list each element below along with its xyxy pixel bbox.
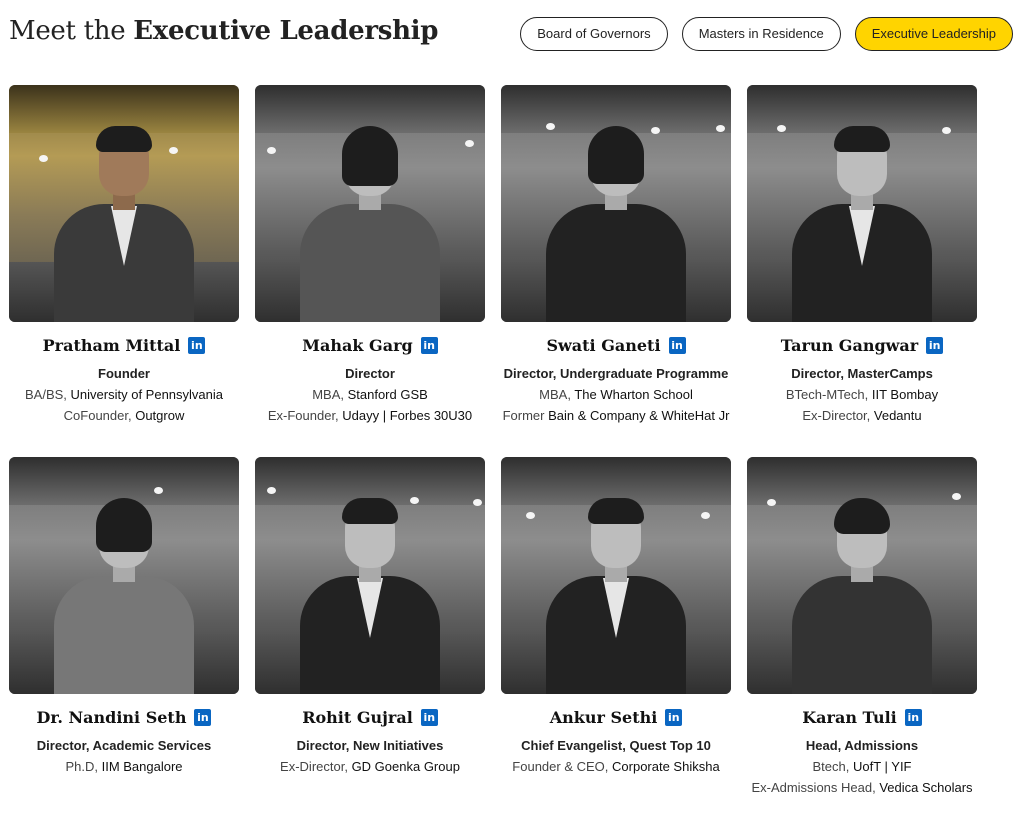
leader-role: Director, New Initiatives (296, 738, 444, 753)
leader-role: Director (345, 366, 395, 381)
leader-credential-1: Founder & CEO, Corporate Shiksha (501, 760, 731, 774)
leader-credential-1: MBA, Stanford GSB (255, 388, 485, 402)
leader-credential-2: CoFounder, Outgrow (9, 409, 239, 423)
leader-name: Rohit Gujral (302, 708, 413, 727)
leaders-row-2: Dr. Nandini Seth in Director, Academic Se… (9, 457, 1013, 829)
leader-photo (501, 457, 731, 694)
linkedin-icon[interactable]: in (194, 709, 212, 726)
credential-org: Bain & Company & WhiteHat Jr (548, 408, 730, 423)
leaders-grid: Pratham Mittal in Founder BA/BS, Universi… (9, 85, 1013, 829)
leader-photo (9, 457, 239, 694)
leader-photo (255, 457, 485, 694)
leader-role: Director, Academic Services (36, 738, 212, 753)
leader-photo (9, 85, 239, 322)
leader-card-pratham-mittal: Pratham Mittal in Founder BA/BS, Universi… (9, 85, 239, 423)
credential-prefix: MBA, (312, 387, 348, 402)
leader-name: Ankur Sethi (549, 708, 658, 727)
leader-credential-1: MBA, The Wharton School (501, 388, 731, 402)
linkedin-icon[interactable]: in (420, 337, 438, 354)
leader-photo (747, 85, 977, 322)
leader-name: Pratham Mittal (42, 336, 181, 355)
leader-name: Tarun Gangwar (780, 336, 919, 355)
linkedin-icon[interactable]: in (188, 337, 206, 354)
linkedin-icon[interactable]: in (904, 709, 922, 726)
tab-masters-in-residence[interactable]: Masters in Residence (681, 17, 841, 51)
leader-card-karan-tuli: Karan Tuli in Head, Admissions Btech, Uof… (747, 457, 977, 795)
leader-card-rohit-gujral: Rohit Gujral in Director, New Initiatives… (255, 457, 485, 774)
leadership-tabs: Board of Governors Masters in Residence … (520, 17, 1013, 51)
credential-prefix: Ex-Admissions Head, (751, 780, 880, 795)
credential-org: Stanford GSB (347, 387, 428, 402)
credential-prefix: BTech-MTech, (785, 387, 872, 402)
leader-card-mahak-garg: Mahak Garg in Director MBA, Stanford GSB … (255, 85, 485, 423)
credential-org: UofT | YIF (852, 759, 912, 774)
credential-org: Vedantu (873, 408, 922, 423)
credential-org: Vedica Scholars (879, 780, 973, 795)
page-title: Meet the Executive Leadership (9, 16, 438, 46)
leader-name: Mahak Garg (302, 336, 413, 355)
leader-photo (255, 85, 485, 322)
leader-credential-1: Ph.D, IIM Bangalore (9, 760, 239, 774)
leader-credential-1: BA/BS, University of Pennsylvania (9, 388, 239, 402)
credential-prefix: BA/BS, (25, 387, 71, 402)
page-header: Meet the Executive Leadership Board of G… (9, 14, 1013, 54)
leader-card-nandini-seth: Dr. Nandini Seth in Director, Academic Se… (9, 457, 239, 774)
leader-credential-2: Ex-Founder, Udayy | Forbes 30U30 (255, 409, 485, 423)
leader-name: Karan Tuli (802, 708, 897, 727)
credential-prefix: Ex-Director, (280, 759, 352, 774)
leader-role: Chief Evangelist, Quest Top 10 (521, 738, 711, 753)
credential-org: GD Goenka Group (351, 759, 460, 774)
tab-board-of-governors[interactable]: Board of Governors (520, 17, 668, 51)
credential-prefix: Ex-Founder, (267, 408, 343, 423)
leader-credential-2: Former Bain & Company & WhiteHat Jr (501, 409, 731, 423)
leader-role: Director, Undergraduate Programme (503, 366, 729, 381)
linkedin-icon[interactable]: in (926, 337, 944, 354)
linkedin-icon[interactable]: in (420, 709, 438, 726)
leader-credential-1: BTech-MTech, IIT Bombay (747, 388, 977, 402)
leader-credential-2: Ex-Admissions Head, Vedica Scholars (747, 781, 977, 795)
page-title-prefix: Meet the (9, 16, 134, 46)
leader-credential-1: Ex-Director, GD Goenka Group (255, 760, 485, 774)
leader-photo (501, 85, 731, 322)
credential-org: Corporate Shiksha (612, 759, 720, 774)
leaders-row-1: Pratham Mittal in Founder BA/BS, Universi… (9, 85, 1013, 457)
leader-card-tarun-gangwar: Tarun Gangwar in Director, MasterCamps BT… (747, 85, 977, 423)
tab-executive-leadership[interactable]: Executive Leadership (854, 17, 1013, 51)
credential-prefix: CoFounder, (63, 408, 136, 423)
leader-role: Director, MasterCamps (791, 366, 933, 381)
leader-role: Head, Admissions (805, 738, 919, 753)
credential-org: Outgrow (135, 408, 185, 423)
leader-card-ankur-sethi: Ankur Sethi in Chief Evangelist, Quest To… (501, 457, 731, 774)
page-title-bold: Executive Leadership (133, 16, 439, 46)
credential-prefix: Founder & CEO, (512, 759, 613, 774)
credential-org: University of Pennsylvania (70, 387, 223, 402)
credential-prefix: MBA, (539, 387, 575, 402)
credential-org: The Wharton School (574, 387, 693, 402)
credential-prefix: Former (502, 408, 549, 423)
credential-org: IIT Bombay (871, 387, 939, 402)
credential-prefix: Btech, (812, 759, 853, 774)
leader-role: Founder (98, 366, 150, 381)
leader-name: Dr. Nandini Seth (36, 708, 187, 727)
leader-card-swati-ganeti: Swati Ganeti in Director, Undergraduate P… (501, 85, 731, 423)
linkedin-icon[interactable]: in (665, 709, 683, 726)
linkedin-icon[interactable]: in (668, 337, 686, 354)
leader-credential-2: Ex-Director, Vedantu (747, 409, 977, 423)
credential-org: Udayy | Forbes 30U30 (342, 408, 473, 423)
credential-prefix: Ex-Director, (802, 408, 874, 423)
leader-name: Swati Ganeti (546, 336, 661, 355)
credential-org: IIM Bangalore (101, 759, 183, 774)
leader-credential-1: Btech, UofT | YIF (747, 760, 977, 774)
credential-prefix: Ph.D, (65, 759, 102, 774)
leader-photo (747, 457, 977, 694)
